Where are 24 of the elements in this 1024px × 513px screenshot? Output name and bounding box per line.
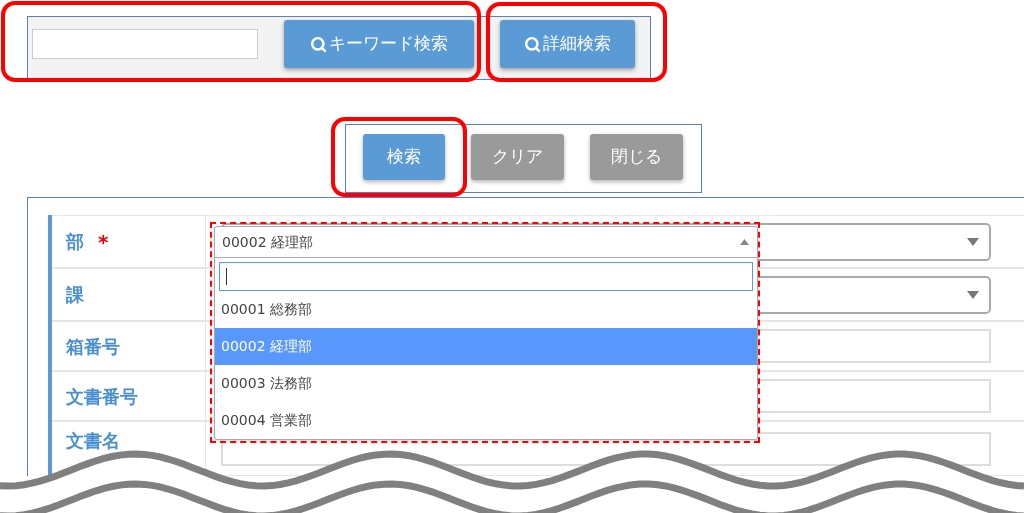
field-label: 課 <box>66 283 84 307</box>
action-button[interactable]: クリア <box>471 134 564 180</box>
keyword-field[interactable] <box>32 29 258 59</box>
select-value[interactable]: 00002 経理部 <box>215 227 757 258</box>
field-label: 箱番号 <box>66 334 120 359</box>
search-icon <box>310 35 327 53</box>
field-label: 部 <box>66 230 84 254</box>
required-mark: * <box>98 228 109 256</box>
text-cursor <box>226 268 227 285</box>
search-icon <box>524 35 541 53</box>
dropdown-option[interactable]: 00001 総務部 <box>215 291 757 328</box>
dropdown-option[interactable]: 00003 法務部 <box>215 365 757 402</box>
field-label: 文書番号 <box>66 384 138 409</box>
caret-up-icon <box>740 239 749 245</box>
detail-search-button[interactable]: 詳細検索 <box>500 20 635 68</box>
search-button[interactable]: 検索 <box>363 134 445 180</box>
dropdown-search-field[interactable] <box>219 262 753 291</box>
action-button[interactable]: 閉じる <box>590 134 683 180</box>
field-label: 文書名 <box>66 429 120 453</box>
caret-down-icon <box>967 290 979 299</box>
caret-down-icon <box>967 237 979 246</box>
dropdown-option[interactable]: 00004 営業部 <box>215 402 757 439</box>
dropdown-option[interactable]: 00002 経理部 <box>215 328 757 365</box>
keyword-search-button[interactable]: キーワード検索 <box>284 20 474 68</box>
